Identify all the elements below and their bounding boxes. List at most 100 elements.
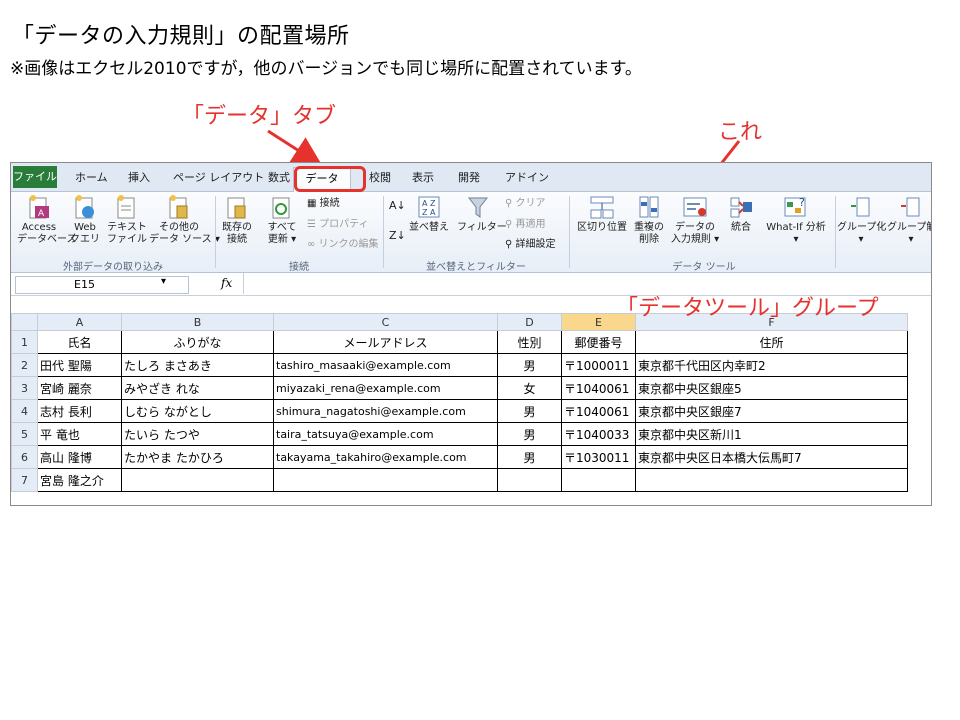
table-cell[interactable]: shimura_nagatoshi@example.com <box>273 399 498 423</box>
sort-ascending-icon[interactable]: A↓ <box>389 200 406 212</box>
ungroup-button[interactable]: グループ解 ▾ <box>887 194 931 246</box>
table-cell[interactable]: 〒1030011 <box>561 445 636 469</box>
svg-text:Z A: Z A <box>422 208 436 217</box>
table-row: 1 氏名 ふりがな メールアドレス 性別 郵便番号 住所 <box>11 330 908 354</box>
table-cell[interactable]: 性別 <box>497 330 562 354</box>
column-header[interactable]: C <box>273 313 498 331</box>
reapply-button[interactable]: ⚲ 再適用 <box>505 219 546 231</box>
row-header[interactable]: 5 <box>11 422 38 446</box>
tab-home[interactable]: ホーム <box>75 169 108 185</box>
table-cell[interactable]: しむら ながとし <box>121 399 274 423</box>
properties-button[interactable]: ☰ プロパティ <box>307 219 369 231</box>
table-cell[interactable]: taira_tatsuya@example.com <box>273 422 498 446</box>
web-query-button[interactable]: Web クエリ <box>67 194 103 246</box>
connections-button[interactable]: ▦ 接続 <box>307 198 340 210</box>
worksheet-grid: A B C D E F 1 氏名 ふりがな メールアドレス 性別 郵便番号 住所 2 田代 聖陽… <box>11 313 908 492</box>
tab-addins[interactable]: アドイン <box>505 169 549 185</box>
table-cell[interactable]: 宮島 隆之介 <box>37 468 122 492</box>
chevron-down-icon[interactable]: ▾ <box>161 276 166 287</box>
table-cell[interactable]: 高山 隆博 <box>37 445 122 469</box>
table-cell[interactable]: 住所 <box>635 330 908 354</box>
text-file-button[interactable]: テキスト ファイル <box>107 194 147 246</box>
text-to-columns-icon <box>590 196 614 219</box>
text-to-columns-button[interactable]: 区切り位置 <box>575 194 629 234</box>
table-cell[interactable]: 東京都中央区銀座7 <box>635 399 908 423</box>
annotation-data-tools-group: 「データツール」グループ <box>616 296 879 321</box>
table-cell[interactable]: 男 <box>497 353 562 377</box>
tab-file[interactable]: ファイル <box>13 166 57 188</box>
row-header[interactable]: 1 <box>11 330 38 354</box>
table-cell[interactable]: 女 <box>497 376 562 400</box>
fx-icon[interactable]: fx <box>221 276 232 290</box>
table-row: 6 高山 隆博 たかやま たかひろ takayama_takahiro@example… <box>11 445 908 469</box>
table-cell[interactable]: 〒1040061 <box>561 399 636 423</box>
data-validation-button[interactable]: データの 入力規則 ▾ <box>667 194 723 246</box>
column-header[interactable]: D <box>497 313 562 331</box>
access-button[interactable]: A Access データベース <box>17 194 77 246</box>
refresh-all-button[interactable]: すべて 更新 ▾ <box>265 194 299 246</box>
consolidate-button[interactable]: 統合 <box>723 194 759 234</box>
table-cell[interactable]: 男 <box>497 399 562 423</box>
table-cell[interactable]: miyazaki_rena@example.com <box>273 376 498 400</box>
table-cell[interactable]: 男 <box>497 422 562 446</box>
clear-label: クリア <box>515 198 546 209</box>
table-cell[interactable]: 東京都千代田区内幸町2 <box>635 353 908 377</box>
tab-page-layout[interactable]: ページ レイアウト <box>173 169 264 185</box>
table-cell[interactable]: 〒1040033 <box>561 422 636 446</box>
table-cell[interactable] <box>561 468 636 492</box>
refresh-label-2: 更新 ▾ <box>267 234 297 245</box>
table-cell[interactable]: たかやま たかひろ <box>121 445 274 469</box>
table-cell[interactable]: みやざき れな <box>121 376 274 400</box>
data-validation-label-1: データの <box>675 222 715 233</box>
reapply-label: 再適用 <box>515 219 546 230</box>
table-cell[interactable]: ふりがな <box>121 330 274 354</box>
tab-formulas[interactable]: 数式 <box>268 169 290 185</box>
tab-developer[interactable]: 開発 <box>458 169 480 185</box>
tab-view[interactable]: 表示 <box>412 169 434 185</box>
row-header[interactable]: 4 <box>11 399 38 423</box>
table-cell[interactable] <box>497 468 562 492</box>
table-cell[interactable]: 〒1040061 <box>561 376 636 400</box>
table-cell[interactable]: 男 <box>497 445 562 469</box>
table-cell[interactable]: tashiro_masaaki@example.com <box>273 353 498 377</box>
filter-button[interactable]: フィルター <box>457 194 507 234</box>
remove-duplicates-button[interactable]: 重複の 削除 <box>631 194 667 246</box>
table-cell[interactable] <box>273 468 498 492</box>
table-cell[interactable]: メールアドレス <box>273 330 498 354</box>
row-header[interactable]: 3 <box>11 376 38 400</box>
row-header[interactable]: 7 <box>11 468 38 492</box>
row-header[interactable]: 2 <box>11 353 38 377</box>
advanced-button[interactable]: ⚲ 詳細設定 <box>505 239 556 251</box>
refresh-label-1: すべて <box>267 222 297 233</box>
column-header[interactable]: A <box>37 313 122 331</box>
table-cell[interactable]: 〒1000011 <box>561 353 636 377</box>
other-sources-button[interactable]: その他の データ ソース ▾ <box>149 194 220 246</box>
table-row: 3 宮崎 麗奈 みやざき れな miyazaki_rena@example.com 女〒… <box>11 376 908 400</box>
table-cell[interactable]: たいら たつや <box>121 422 274 446</box>
edit-links-button[interactable]: ∞ リンクの編集 <box>307 239 379 251</box>
sort-button[interactable]: A ZZ A 並べ替え <box>409 194 449 234</box>
table-cell[interactable]: たしろ まさあき <box>121 353 274 377</box>
table-cell[interactable]: 宮崎 麗奈 <box>37 376 122 400</box>
select-all-corner[interactable] <box>11 313 38 331</box>
table-cell[interactable]: 東京都中央区銀座5 <box>635 376 908 400</box>
group-button[interactable]: グループ化 ▾ <box>837 194 886 246</box>
tab-review[interactable]: 校閲 <box>369 169 391 185</box>
sort-descending-icon[interactable]: Z↓ <box>389 230 406 242</box>
table-cell[interactable]: 東京都中央区新川1 <box>635 422 908 446</box>
table-cell[interactable]: 平 竜也 <box>37 422 122 446</box>
column-header[interactable]: B <box>121 313 274 331</box>
table-cell[interactable]: takayama_takahiro@example.com <box>273 445 498 469</box>
table-cell[interactable]: 郵便番号 <box>561 330 636 354</box>
table-cell[interactable] <box>635 468 908 492</box>
table-cell[interactable] <box>121 468 274 492</box>
table-cell[interactable]: 東京都中央区日本橋大伝馬町7 <box>635 445 908 469</box>
clear-button[interactable]: ⚲ クリア <box>505 198 546 210</box>
table-cell[interactable]: 氏名 <box>37 330 122 354</box>
row-header[interactable]: 6 <box>11 445 38 469</box>
existing-connections-button[interactable]: 既存の 接続 <box>219 194 255 246</box>
what-if-button[interactable]: ? What-If 分析 ▾ <box>761 194 831 246</box>
tab-insert[interactable]: 挿入 <box>128 169 150 185</box>
table-cell[interactable]: 田代 聖陽 <box>37 353 122 377</box>
table-cell[interactable]: 志村 長利 <box>37 399 122 423</box>
